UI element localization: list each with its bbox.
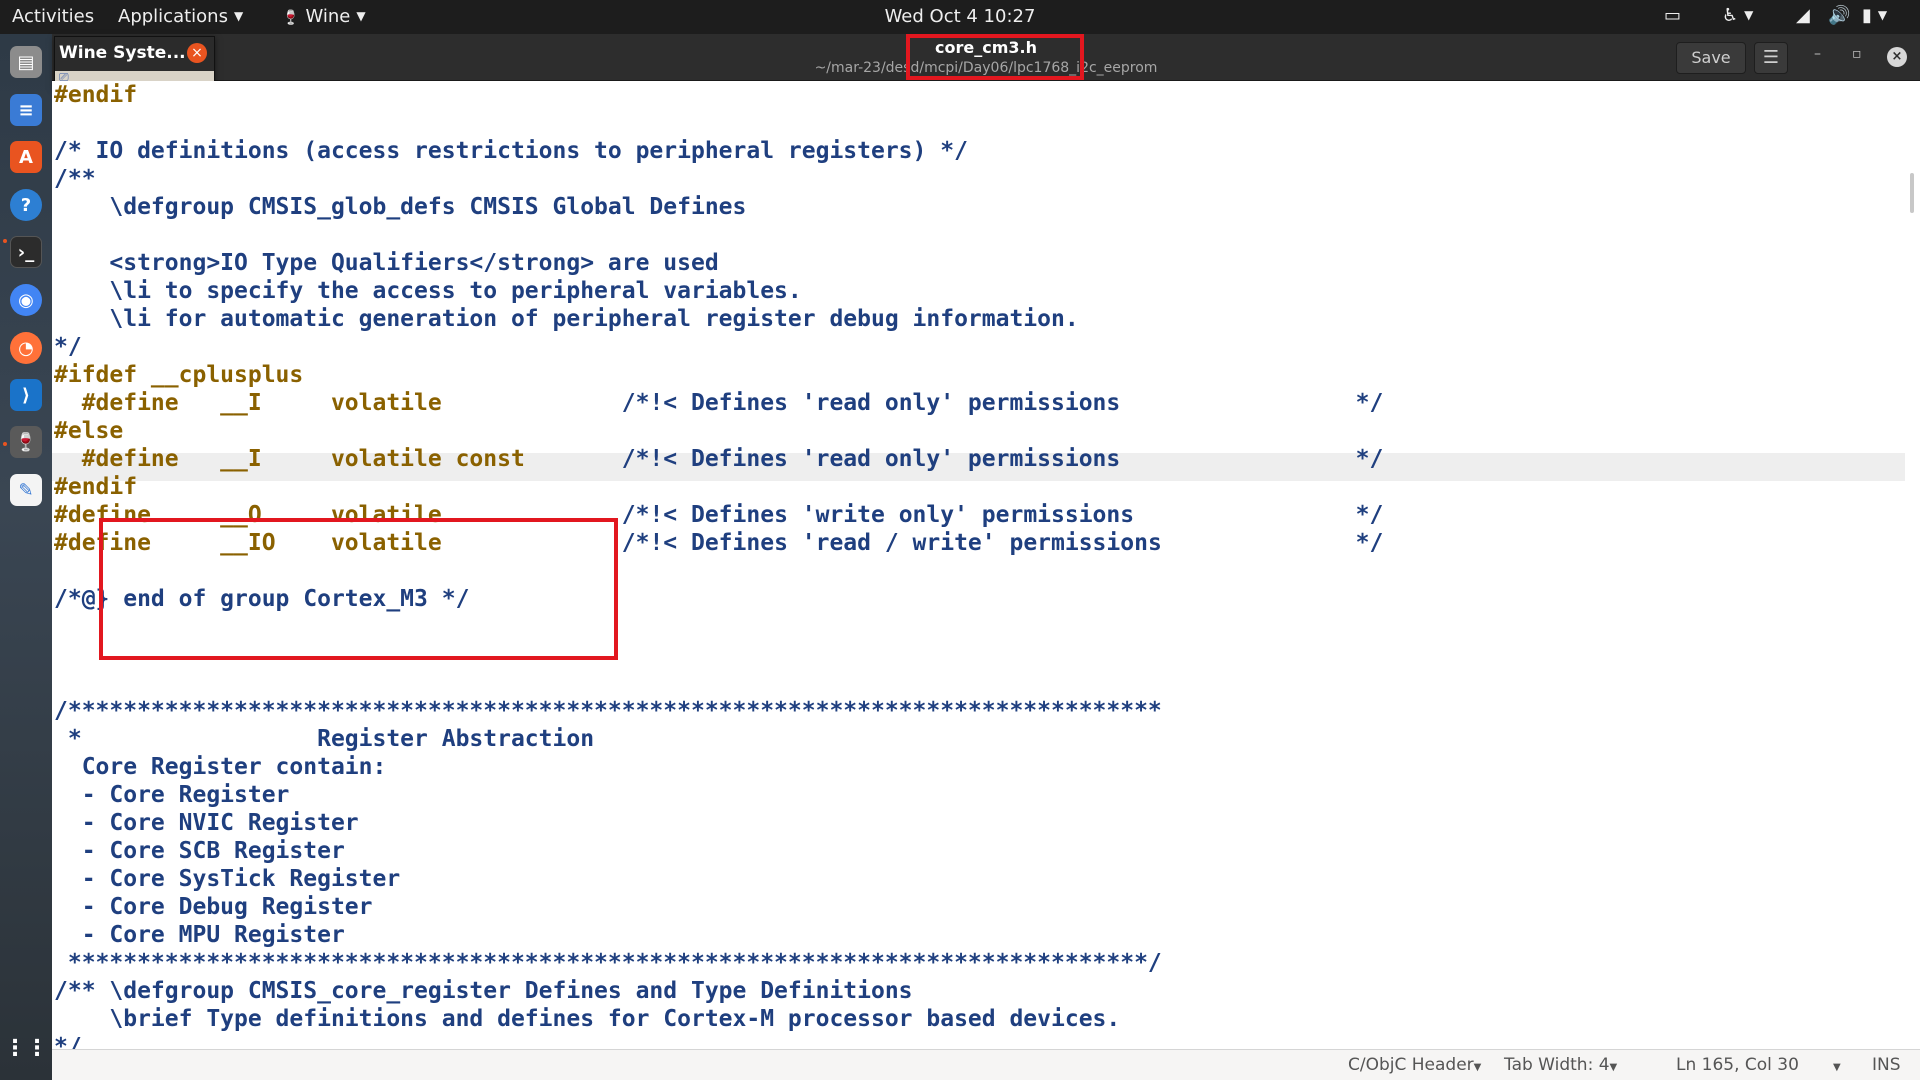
code-line: /* IO definitions (access restrictions t… bbox=[54, 137, 968, 165]
save-button[interactable]: Save bbox=[1676, 42, 1746, 74]
running-indicator bbox=[3, 239, 7, 243]
accessibility-icon[interactable]: ♿ ▼ bbox=[1722, 5, 1753, 26]
code-token: - Core NVIC Register bbox=[54, 810, 359, 836]
define-highlight-box bbox=[99, 518, 618, 660]
code-token: \li for automatic generation of peripher… bbox=[54, 306, 1079, 332]
chevron-down-icon: ▼ bbox=[1609, 1062, 1618, 1073]
code-token: <strong>IO Type Qualifiers</strong> are … bbox=[54, 250, 719, 276]
code-token: */ bbox=[54, 1034, 82, 1049]
wine-icon[interactable]: 🍷 bbox=[10, 426, 42, 458]
tab-width-label: Tab Width: 4 bbox=[1504, 1055, 1610, 1075]
maximize-icon[interactable]: ▫ bbox=[1852, 46, 1862, 62]
close-icon[interactable]: × bbox=[187, 43, 207, 63]
code-line: */ bbox=[54, 1033, 82, 1049]
code-line: #endif bbox=[54, 81, 137, 109]
top-bar: Activities Applications ▼ 🍷 Wine ▼ Wed Oct … bbox=[0, 0, 1920, 34]
code-token: /** \defgroup CMSIS_core_register Define… bbox=[54, 978, 913, 1004]
scroll-thumb[interactable] bbox=[1910, 173, 1914, 213]
code-line: ****************************************… bbox=[54, 949, 1162, 977]
code-editor[interactable]: #endif /* IO definitions (access restrict… bbox=[52, 81, 1905, 1049]
code-line: #ifdef __cplusplus bbox=[54, 361, 303, 389]
code-token: #endif bbox=[54, 82, 138, 108]
code-token: #endif bbox=[54, 474, 138, 500]
code-line: \defgroup CMSIS_glob_defs CMSIS Global D… bbox=[54, 193, 746, 221]
wifi-icon[interactable]: ◢ bbox=[1796, 5, 1810, 26]
status-bar: C/ObjC Header▼ Tab Width: 4▼ Ln 165, Col… bbox=[52, 1049, 1920, 1080]
code-token: #define __I volatile bbox=[54, 390, 442, 416]
code-token: Core Register contain: bbox=[54, 754, 387, 780]
code-line: \brief Type definitions and defines for … bbox=[54, 1005, 1120, 1033]
code-token: \brief Type definitions and defines for … bbox=[54, 1006, 1121, 1032]
terminal-icon[interactable]: ›_ bbox=[10, 236, 42, 268]
language-label: C/ObjC Header bbox=[1348, 1055, 1474, 1075]
battery-icon[interactable]: ▮ ▼ bbox=[1862, 5, 1887, 26]
code-token: #else bbox=[54, 418, 124, 444]
volume-icon[interactable]: 🔊 bbox=[1828, 5, 1850, 26]
chrome-icon[interactable]: ◉ bbox=[10, 284, 42, 316]
code-line: Core Register contain: bbox=[54, 753, 387, 781]
code-token: * Register Abstraction bbox=[54, 726, 595, 752]
code-token: #ifdef __cplusplus bbox=[54, 362, 304, 388]
files-icon[interactable]: ▤ bbox=[10, 46, 42, 78]
code-token: /*!< Defines 'read only' permissions */ bbox=[524, 446, 1384, 472]
code-line: */ bbox=[54, 333, 82, 361]
code-token: /*!< Defines 'read only' permissions */ bbox=[441, 390, 1384, 416]
tab-width-selector[interactable]: Tab Width: 4▼ bbox=[1504, 1055, 1617, 1075]
show-apps-icon[interactable]: ⋮⋮ bbox=[4, 1032, 48, 1064]
language-selector[interactable]: C/ObjC Header▼ bbox=[1348, 1055, 1481, 1075]
code-line: - Core Register bbox=[54, 781, 290, 809]
clock[interactable]: Wed Oct 4 10:27 bbox=[0, 6, 1920, 27]
code-line: /** bbox=[54, 165, 96, 193]
chevron-down-icon: ▼ bbox=[1473, 1062, 1482, 1073]
help-icon[interactable]: ? bbox=[10, 189, 42, 221]
code-token: \defgroup CMSIS_glob_defs CMSIS Global D… bbox=[54, 194, 747, 220]
hamburger-menu-icon[interactable]: ☰ bbox=[1754, 42, 1788, 74]
code-line: #endif bbox=[54, 473, 137, 501]
editor-header-bar: core_cm3.h ~/mar-23/desd/mcpi/Day06/lpc1… bbox=[52, 34, 1920, 81]
cursor-position-label: Ln 165, Col 30 bbox=[1676, 1055, 1799, 1075]
code-line: <strong>IO Type Qualifiers</strong> are … bbox=[54, 249, 719, 277]
code-token: #define __I volatile const bbox=[54, 446, 525, 472]
running-indicator bbox=[3, 442, 7, 446]
code-line: - Core MPU Register bbox=[54, 921, 345, 949]
code-token: /** bbox=[54, 166, 96, 192]
text-editor-icon[interactable]: ≡ bbox=[10, 94, 42, 126]
wine-notification-title: Wine Syste... bbox=[59, 43, 186, 63]
insert-mode[interactable]: INS bbox=[1872, 1055, 1901, 1075]
vertical-scrollbar[interactable] bbox=[1905, 81, 1920, 1049]
screen-icon[interactable]: ▭ bbox=[1664, 5, 1681, 26]
code-token: /* IO definitions (access restrictions t… bbox=[54, 138, 968, 164]
vscode-icon[interactable]: ⟩ bbox=[10, 379, 42, 411]
cursor-position[interactable]: Ln 165, Col 30 ▼ bbox=[1676, 1055, 1841, 1075]
code-token: - Core SCB Register bbox=[54, 838, 345, 864]
gedit-icon[interactable]: ✎ bbox=[10, 474, 42, 506]
code-line: #else bbox=[54, 417, 123, 445]
code-line: - Core SCB Register bbox=[54, 837, 345, 865]
close-window-icon[interactable]: × bbox=[1887, 47, 1907, 67]
dock: ▤ ≡ A ? ›_ ◉ ◔ ⟩ 🍷 ✎ ⋮⋮ bbox=[0, 34, 52, 1080]
code-token: ****************************************… bbox=[54, 950, 1162, 976]
code-token: - Core Debug Register bbox=[54, 894, 373, 920]
software-store-icon[interactable]: A bbox=[10, 141, 42, 173]
chevron-down-icon: ▼ bbox=[1832, 1062, 1841, 1073]
code-line: #define __I volatile /*!< Defines 'read … bbox=[54, 389, 1384, 417]
code-line: \li to specify the access to peripheral … bbox=[54, 277, 802, 305]
code-line: /***************************************… bbox=[54, 697, 1162, 725]
code-token: */ bbox=[54, 334, 82, 360]
code-token: - Core Register bbox=[54, 782, 290, 808]
minimize-icon[interactable]: – bbox=[1814, 46, 1821, 62]
code-token: - Core SysTick Register bbox=[54, 866, 401, 892]
code-line: \li for automatic generation of peripher… bbox=[54, 305, 1079, 333]
code-line: - Core NVIC Register bbox=[54, 809, 359, 837]
code-token: - Core MPU Register bbox=[54, 922, 345, 948]
code-line: * Register Abstraction bbox=[54, 725, 594, 753]
code-line: /** \defgroup CMSIS_core_register Define… bbox=[54, 977, 913, 1005]
code-line: - Core Debug Register bbox=[54, 893, 373, 921]
code-token: \li to specify the access to peripheral … bbox=[54, 278, 802, 304]
code-token: /***************************************… bbox=[54, 698, 1162, 724]
firefox-icon[interactable]: ◔ bbox=[10, 332, 42, 364]
code-line: #define __I volatile const /*!< Defines … bbox=[54, 445, 1384, 473]
title-highlight-box bbox=[906, 34, 1084, 80]
code-line: - Core SysTick Register bbox=[54, 865, 401, 893]
